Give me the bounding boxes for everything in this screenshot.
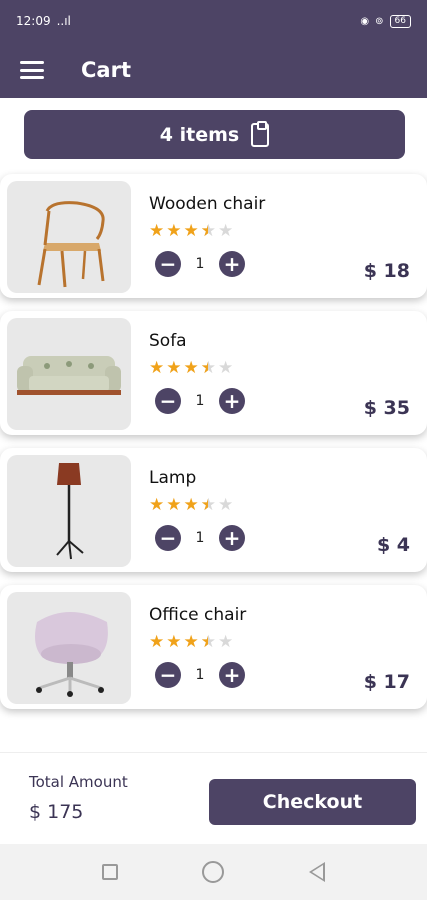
item-price: $ 4 xyxy=(376,534,410,556)
item-name: Office chair xyxy=(149,605,247,625)
sofa-image xyxy=(7,318,131,430)
star-icon: ★ xyxy=(166,221,182,241)
battery-icon: 66 xyxy=(389,14,411,28)
star-icon: ★ xyxy=(183,632,199,652)
wooden-chair-image xyxy=(7,181,131,293)
increment-button[interactable]: + xyxy=(219,525,245,551)
star-icon: ★ xyxy=(149,495,165,515)
star-icon: ★ xyxy=(166,632,182,652)
clipboard-icon xyxy=(251,120,270,147)
rating-stars: ★ ★ ★ ★ ★ xyxy=(149,359,233,377)
star-half-icon: ★ xyxy=(201,222,216,240)
star-half-icon: ★ xyxy=(201,633,216,651)
star-half-icon: ★ xyxy=(201,496,216,514)
star-icon: ★ xyxy=(166,495,182,515)
app-bar: Cart xyxy=(0,42,427,98)
quantity-value: 1 xyxy=(195,530,205,546)
rating-stars: ★ ★ ★ ★ ★ xyxy=(149,633,233,651)
office-chair-image xyxy=(7,592,131,704)
item-price: $ 35 xyxy=(363,397,410,419)
increment-button[interactable]: + xyxy=(219,388,245,414)
item-price: $ 18 xyxy=(363,260,410,282)
hamburger-menu-icon[interactable] xyxy=(20,61,44,79)
cart-item-card: Sofa ★★★★★ − 1 + $ 35 xyxy=(0,311,427,435)
home-icon[interactable] xyxy=(202,861,225,883)
star-icon: ★ xyxy=(149,632,165,652)
cart-item-card: Lamp ★★★★★ − 1 + $ 4 xyxy=(0,448,427,572)
quantity-value: 1 xyxy=(195,393,205,409)
item-name: Lamp xyxy=(149,468,197,488)
item-price: $ 17 xyxy=(363,671,410,693)
status-time: 12:09 xyxy=(16,14,51,28)
star-icon: ★ xyxy=(149,221,165,241)
star-half-icon: ★ xyxy=(201,359,216,377)
quantity-stepper: − 1 + xyxy=(155,525,245,551)
status-bar: 12:09 ..ıl ◉ ⊚ 66 xyxy=(0,0,427,42)
item-name: Wooden chair xyxy=(149,194,266,214)
back-icon[interactable] xyxy=(308,862,325,882)
star-empty-icon: ★ xyxy=(218,358,234,378)
eye-icon: ◉ xyxy=(360,15,370,27)
star-icon: ★ xyxy=(166,358,182,378)
signal-icon: ..ıl xyxy=(56,14,71,28)
increment-button[interactable]: + xyxy=(219,251,245,277)
quantity-stepper: − 1 + xyxy=(155,251,245,277)
quantity-value: 1 xyxy=(195,667,205,683)
star-empty-icon: ★ xyxy=(218,495,234,515)
item-name: Sofa xyxy=(149,331,187,351)
star-empty-icon: ★ xyxy=(218,632,234,652)
total-amount-value: $ 175 xyxy=(29,801,84,823)
decrement-button[interactable]: − xyxy=(155,525,181,551)
star-empty-icon: ★ xyxy=(218,221,234,241)
checkout-button[interactable]: Checkout xyxy=(209,779,416,825)
cart-count-bar: 4 items xyxy=(24,110,405,159)
decrement-button[interactable]: − xyxy=(155,388,181,414)
decrement-button[interactable]: − xyxy=(155,662,181,688)
quantity-stepper: − 1 + xyxy=(155,388,245,414)
decrement-button[interactable]: − xyxy=(155,251,181,277)
alarm-icon: ⊚ xyxy=(375,15,384,27)
system-nav-bar xyxy=(0,844,427,900)
page-title: Cart xyxy=(81,58,131,82)
quantity-stepper: − 1 + xyxy=(155,662,245,688)
star-icon: ★ xyxy=(149,358,165,378)
cart-item-card: Wooden chair ★★★★★ − 1 + $ 18 xyxy=(0,174,427,298)
recent-apps-icon[interactable] xyxy=(102,864,119,880)
cart-count-label: 4 items xyxy=(159,123,240,146)
cart-item-card: Office chair ★★★★★ − 1 + $ 17 xyxy=(0,585,427,709)
star-icon: ★ xyxy=(183,358,199,378)
rating-stars: ★ ★ ★ ★ ★ xyxy=(149,222,233,240)
increment-button[interactable]: + xyxy=(219,662,245,688)
quantity-value: 1 xyxy=(195,256,205,272)
rating-stars: ★ ★ ★ ★ ★ xyxy=(149,496,233,514)
lamp-image xyxy=(7,455,131,567)
star-icon: ★ xyxy=(183,221,199,241)
total-amount-label: Total Amount xyxy=(29,773,128,791)
divider xyxy=(0,752,427,753)
star-icon: ★ xyxy=(183,495,199,515)
